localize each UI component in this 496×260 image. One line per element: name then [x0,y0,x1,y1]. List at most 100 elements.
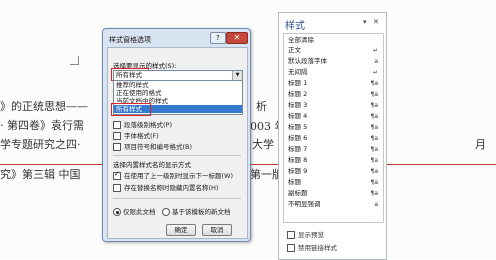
annotation-box-option [111,103,151,116]
style-type-icon: ¶a [370,135,379,142]
styles-pane: 样式 ▾ ✕ 全部清除 正文 ↵ 默认段落字体 a 无间隔 ↵ 标题 1 ¶a 标题 2… [278,12,387,260]
style-type-icon: a [374,201,378,208]
checkbox-box[interactable] [113,170,121,180]
style-item-label: 标题 1 [288,79,308,87]
paragraph-format-checkbox[interactable]: 段落级别格式(P) [113,119,172,129]
style-item-label: 正文 [288,46,301,54]
style-type-icon: ¶a [370,113,379,120]
show-next-heading-checkbox[interactable]: 在使用了上一级别时显示下一标题(W) [113,170,233,180]
document-line-1: 》的正统思想—— [0,100,88,113]
display-section-label: 选择内置样式名的显示方式 [113,161,191,169]
style-item-label: 默认段落字体 [288,57,327,65]
radio-label: 基于该模板的新文档 [172,208,231,216]
style-item-label: 标题 7 [288,145,308,153]
this-document-radio[interactable]: 仅限此文档 [113,206,156,216]
style-item-label: 标题 2 [288,90,308,98]
radio-dot[interactable] [113,208,121,216]
style-type-icon: ↵ [372,47,378,54]
checkbox-label: 禁用链接样式 [298,244,337,252]
style-type-icon: ¶a [370,190,379,197]
style-item-label: 标题 [288,178,301,186]
style-type-icon: ↵ [372,69,378,76]
checkbox-label: 在使用了上一级别时显示下一标题(W) [124,172,233,180]
show-preview-checkbox[interactable]: 显示预览 [287,229,324,239]
checkbox-box[interactable] [113,143,121,151]
pane-options-icon[interactable]: ▾ [363,18,367,26]
dialog-body: 选择要显示的样式(S): 所有样式 ▼ 推荐的样式 正在使用的格式 当前文档中的… [107,47,248,239]
style-item-label: 副标题 [288,189,308,197]
disable-linked-styles-checkbox[interactable]: 禁用链接样式 [287,242,337,252]
hide-builtin-name-checkbox[interactable]: 存在替换名称时隐藏内置名称(H) [113,182,218,192]
style-type-icon: ¶a [370,179,379,186]
style-item-label: 标题 5 [288,123,308,131]
checkbox-label: 字体格式(F) [124,132,159,140]
style-item-label: 无间隔 [288,68,308,76]
radio-label: 仅限此文档 [123,208,156,216]
style-item[interactable]: 标题 3 ¶a [288,101,378,110]
checkbox-label: 显示预览 [298,231,324,239]
style-item[interactable]: 标题 1 ¶a [288,79,378,88]
style-type-icon: ¶a [370,80,379,87]
new-documents-radio[interactable]: 基于该模板的新文档 [162,206,231,216]
document-line-4: 究》第三辑 中国 [0,168,81,181]
ok-button[interactable]: 确定 [166,224,196,236]
styles-to-show-value: 所有样式 [116,71,142,79]
style-type-icon: ¶a [370,146,379,153]
cancel-button[interactable]: 取消 [202,224,232,236]
checkbox-label: 存在替换名称时隐藏内置名称(H) [124,184,219,192]
checkbox-box[interactable] [113,184,121,192]
style-item-label: 不明显强调 [288,200,321,208]
style-item-label: 全部清除 [288,36,314,44]
help-button[interactable]: ? [210,32,226,44]
style-type-icon: ¶a [370,157,379,164]
dropdown-option[interactable]: 正在使用的格式 [116,89,162,97]
style-item[interactable]: 标题 6 ¶a [288,134,378,143]
document-line-5: 析 [256,100,267,113]
style-item[interactable]: 标题 2 ¶a [288,90,378,99]
styles-list: 全部清除 正文 ↵ 默认段落字体 a 无间隔 ↵ 标题 1 ¶a 标题 2 ¶a 标题 3… [283,33,384,223]
style-item[interactable]: 无间隔 ↵ [288,68,378,77]
dialog-title: 样式窗格选项 [109,36,151,44]
style-pane-options-dialog: 样式窗格选项 ? ✕ 选择要显示的样式(S): 所有样式 ▼ 推荐的样式 正在使… [102,28,251,242]
checkbox-box[interactable] [113,132,121,140]
style-item[interactable]: 标题 8 ¶a [288,156,378,165]
style-item[interactable]: 标题 ¶a [288,178,378,187]
document-line-7: 大学 [252,138,274,151]
document-line-9: 月 [475,138,486,151]
radio-dot[interactable] [162,208,170,216]
style-type-icon: ¶a [370,168,379,175]
divider [113,198,241,199]
style-type-icon: ¶a [370,124,379,131]
style-item-label: 标题 8 [288,156,308,164]
dropdown-option[interactable]: 推荐的样式 [116,81,149,89]
style-type-icon: ¶a [370,102,379,109]
pane-close-icon[interactable]: ✕ [373,18,379,26]
font-format-checkbox[interactable]: 字体格式(F) [113,130,159,140]
checkbox-box[interactable] [287,244,295,252]
checkbox-box[interactable] [287,231,295,239]
style-item-label: 标题 6 [288,134,308,142]
divider [113,155,241,156]
checkbox-label: 段落级别格式(P) [124,121,172,129]
style-type-icon: ¶a [370,91,379,98]
style-item[interactable]: 默认段落字体 a [288,57,378,66]
checkbox-box[interactable] [113,121,121,129]
style-item[interactable]: 标题 5 ¶a [288,123,378,132]
chevron-down-icon[interactable]: ▼ [232,71,242,80]
close-button[interactable]: ✕ [226,32,248,44]
page-corner-mark [70,56,79,65]
style-item[interactable]: 正文 ↵ [288,46,378,55]
style-item-label: 标题 9 [288,167,308,175]
bullet-format-checkbox[interactable]: 项目符号和编号格式(B) [113,141,192,151]
document-line-3: 学专题研究之四· [0,138,81,151]
document-line-2: · 第四卷》袁行需 [0,119,84,132]
style-item[interactable]: 标题 9 ¶a [288,167,378,176]
checkbox-label: 项目符号和编号格式(B) [124,143,193,151]
style-item[interactable]: 全部清除 [288,36,378,45]
style-item[interactable]: 标题 4 ¶a [288,112,378,121]
style-item-label: 标题 4 [288,112,308,120]
style-item[interactable]: 不明显强调 a [288,200,378,209]
style-item[interactable]: 标题 7 ¶a [288,145,378,154]
style-type-icon: a [374,58,378,65]
style-item[interactable]: 副标题 ¶a [288,189,378,198]
